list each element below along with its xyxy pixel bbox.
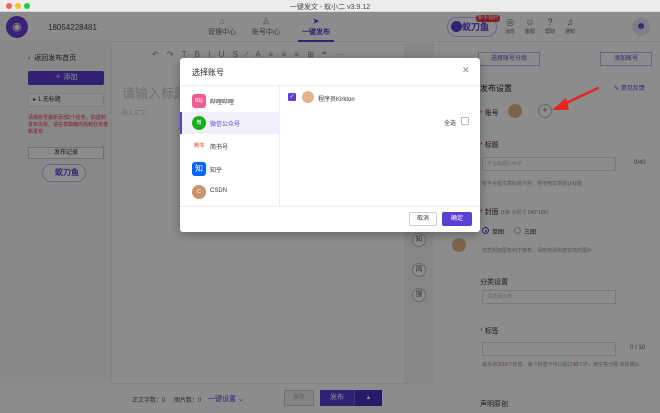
select-all-checkbox[interactable] [461,117,469,125]
csdn-icon: C [192,185,206,199]
select-all-label: 全选 [444,121,457,127]
dialog-title: 选择账号 [192,68,224,77]
account-checkbox[interactable]: ✓ [288,93,296,101]
select-account-dialog: 选择账号 ✕ B站 哔哩哔哩 微 微信公众号 简书 简书号 知 知乎 C CSD… [180,58,480,232]
dialog-footer-divider [180,206,480,207]
account-name: 程序员Kirkton [318,97,355,103]
window-title: 一键发文 - 蚁小二 v3.9.12 [289,4,371,11]
platform-bilibili[interactable]: B站 哔哩哔哩 [180,90,280,112]
zhihu-icon: 知 [192,162,206,176]
jianshu-icon: 简书 [192,139,206,153]
platform-list: B站 哔哩哔哩 微 微信公众号 简书 简书号 知 知乎 C CSDN [180,86,280,206]
confirm-button[interactable]: 确定 [442,212,472,226]
platform-jianshu[interactable]: 简书 简书号 [180,135,280,157]
cancel-button[interactable]: 取消 [409,212,437,226]
account-avatar [302,91,314,103]
platform-csdn[interactable]: C CSDN [180,181,280,203]
close-icon[interactable]: ✕ [462,65,470,76]
wechat-icon: 微 [192,116,206,130]
platform-wechat[interactable]: 微 微信公众号 [180,112,280,134]
platform-zhihu[interactable]: 知 知乎 [180,158,280,180]
window-titlebar: 一键发文 - 蚁小二 v3.9.12 [0,0,660,12]
bilibili-icon: B站 [192,94,206,108]
account-option-row[interactable]: ✓ 程序员Kirkton [288,90,468,106]
